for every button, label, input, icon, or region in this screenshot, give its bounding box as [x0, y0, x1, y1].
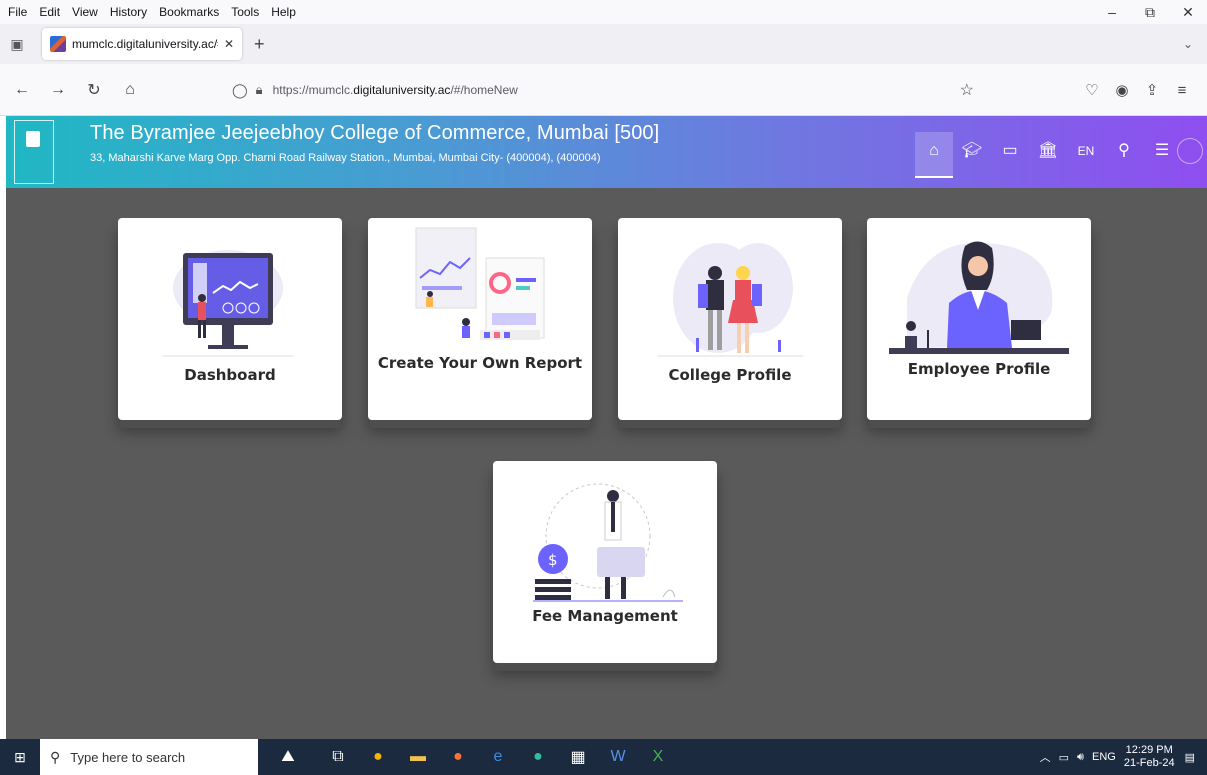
- user-avatar[interactable]: [1177, 138, 1203, 164]
- restore-button[interactable]: ⧉: [1131, 0, 1169, 24]
- tile-label: Employee Profile: [907, 360, 1051, 378]
- browser-menubar: File Edit View History Bookmarks Tools H…: [0, 0, 1207, 24]
- institution-name: The Byramjee Jeejeebhoy College of Comme…: [90, 122, 660, 144]
- excel-icon[interactable]: X: [638, 739, 678, 775]
- fee-management-illustration: $: [533, 483, 683, 602]
- browser-tab[interactable]: mumclc.digitaluniversity.ac/#/ ✕: [42, 28, 242, 60]
- menu-help[interactable]: Help: [269, 5, 298, 19]
- menu-view[interactable]: View: [70, 5, 100, 19]
- employee-profile-illustration: [889, 241, 1069, 354]
- lock-icon[interactable]: 🔒︎: [256, 82, 263, 98]
- edge-icon[interactable]: ●: [518, 739, 558, 775]
- minimize-button[interactable]: –: [1093, 0, 1131, 24]
- toolbar-icons: ♡ ◉ ⇪ ≡: [1077, 64, 1197, 116]
- url-text: https://mumclc.digitaluniversity.ac/#/ho…: [272, 83, 518, 97]
- tray-chevron-icon[interactable]: ︿: [1040, 749, 1051, 765]
- address-bar[interactable]: ◯ 🔒︎ https://mumclc.digitaluniversity.ac…: [232, 74, 980, 106]
- tracking-shield-icon[interactable]: ◯: [232, 82, 248, 99]
- system-tray: ︿ ▭ 🔊︎ ENG 12:29 PM 21-Feb-24 ▤: [1040, 739, 1207, 775]
- calculator-icon[interactable]: ▦: [558, 739, 598, 775]
- graduation-cap-icon[interactable]: 🎓︎: [953, 132, 991, 178]
- bookmark-star-icon[interactable]: ☆: [960, 80, 974, 100]
- report-illustration: [415, 227, 545, 340]
- reload-icon[interactable]: ↻: [82, 80, 106, 100]
- monitor-icon[interactable]: ▭: [991, 132, 1029, 178]
- chrome-icon[interactable]: ●: [358, 739, 398, 775]
- tile-create-report[interactable]: Create Your Own Report: [368, 218, 592, 420]
- home-icon[interactable]: ⌂: [118, 81, 142, 99]
- windows-taskbar: ⊞ ⚲ Type here to search ⛰ ⧉ ● ▬ ● e ● ▦ …: [0, 739, 1207, 775]
- tab-title: mumclc.digitaluniversity.ac/#/: [72, 37, 218, 51]
- file-explorer-icon[interactable]: ▬: [398, 739, 438, 775]
- network-icon[interactable]: ▭: [1059, 751, 1069, 764]
- volume-icon[interactable]: 🔊︎: [1077, 751, 1084, 764]
- search-icon[interactable]: ⚲: [1105, 132, 1143, 178]
- college-profile-illustration: [658, 243, 803, 357]
- tab-list-icon[interactable]: ▣: [0, 36, 34, 53]
- navigation-bar: ← → ↻ ⌂ ◯ 🔒︎ https://mumclc.digitalunive…: [0, 64, 1207, 116]
- firefox-icon[interactable]: ●: [438, 739, 478, 775]
- tab-bar: ▣ mumclc.digitaluniversity.ac/#/ ✕ + ⌄: [0, 24, 1207, 64]
- forward-arrow-icon[interactable]: →: [46, 81, 70, 99]
- site-header: The Byramjee Jeejeebhoy College of Comme…: [6, 116, 1207, 188]
- tab-overflow-chevron-icon[interactable]: ⌄: [1183, 37, 1193, 51]
- menu-tools[interactable]: Tools: [229, 5, 261, 19]
- tile-label: Fee Management: [532, 607, 678, 625]
- app-menu-icon[interactable]: ≡: [1167, 82, 1197, 99]
- tile-label: College Profile: [668, 366, 792, 384]
- institution-address: 33, Maharshi Karve Marg Opp. Charni Road…: [90, 152, 601, 164]
- site-favicon-icon: [50, 36, 66, 52]
- menu-bookmarks[interactable]: Bookmarks: [157, 5, 221, 19]
- notification-icon[interactable]: ▤: [1185, 751, 1195, 764]
- search-icon: ⚲: [50, 748, 61, 765]
- back-arrow-icon[interactable]: ←: [10, 81, 34, 99]
- tile-employee-profile[interactable]: Employee Profile: [867, 218, 1091, 420]
- weather-widget-icon[interactable]: ⛰: [258, 739, 318, 775]
- tile-label: Dashboard: [184, 366, 276, 384]
- tile-dashboard[interactable]: Dashboard: [118, 218, 342, 420]
- taskbar-search[interactable]: ⚲ Type here to search: [40, 739, 258, 775]
- tile-label: Create Your Own Report: [377, 354, 583, 372]
- internet-explorer-icon[interactable]: e: [478, 739, 518, 775]
- word-icon[interactable]: W: [598, 739, 638, 775]
- task-view-icon[interactable]: ⧉: [318, 739, 358, 775]
- share-icon[interactable]: ⇪: [1137, 81, 1167, 99]
- page-viewport: The Byramjee Jeejeebhoy College of Comme…: [6, 116, 1207, 739]
- clock[interactable]: 12:29 PM 21-Feb-24: [1124, 744, 1175, 770]
- clock-time: 12:29 PM: [1125, 744, 1173, 756]
- menu-history[interactable]: History: [108, 5, 149, 19]
- windows-start-icon[interactable]: ⊞: [0, 749, 40, 766]
- pocket-icon[interactable]: ♡: [1077, 81, 1107, 99]
- header-icon-nav: ⌂ 🎓︎ ▭ 🏛︎ EN ⚲ ☰: [915, 132, 1181, 178]
- account-icon[interactable]: ◉: [1107, 81, 1137, 99]
- search-placeholder: Type here to search: [70, 749, 186, 765]
- close-window-button[interactable]: ✕: [1169, 0, 1207, 24]
- tile-college-profile[interactable]: College Profile: [618, 218, 842, 420]
- window-controls: – ⧉ ✕: [1093, 0, 1207, 24]
- language-toggle[interactable]: EN: [1067, 132, 1105, 178]
- svg-text:$: $: [548, 551, 558, 569]
- tab-close-icon[interactable]: ✕: [224, 37, 234, 51]
- tile-fee-management[interactable]: $ Fee Management: [493, 461, 717, 663]
- hamburger-menu-icon[interactable]: ☰: [1143, 132, 1181, 178]
- home-icon[interactable]: ⌂: [915, 132, 953, 178]
- menu-edit[interactable]: Edit: [37, 5, 62, 19]
- institution-icon[interactable]: 🏛︎: [1029, 132, 1067, 178]
- college-logo[interactable]: [14, 120, 54, 184]
- clock-date: 21-Feb-24: [1123, 757, 1175, 769]
- dashboard-illustration: [163, 250, 293, 357]
- menu-file[interactable]: File: [6, 5, 29, 19]
- input-language[interactable]: ENG: [1092, 751, 1116, 763]
- new-tab-button[interactable]: +: [254, 34, 265, 55]
